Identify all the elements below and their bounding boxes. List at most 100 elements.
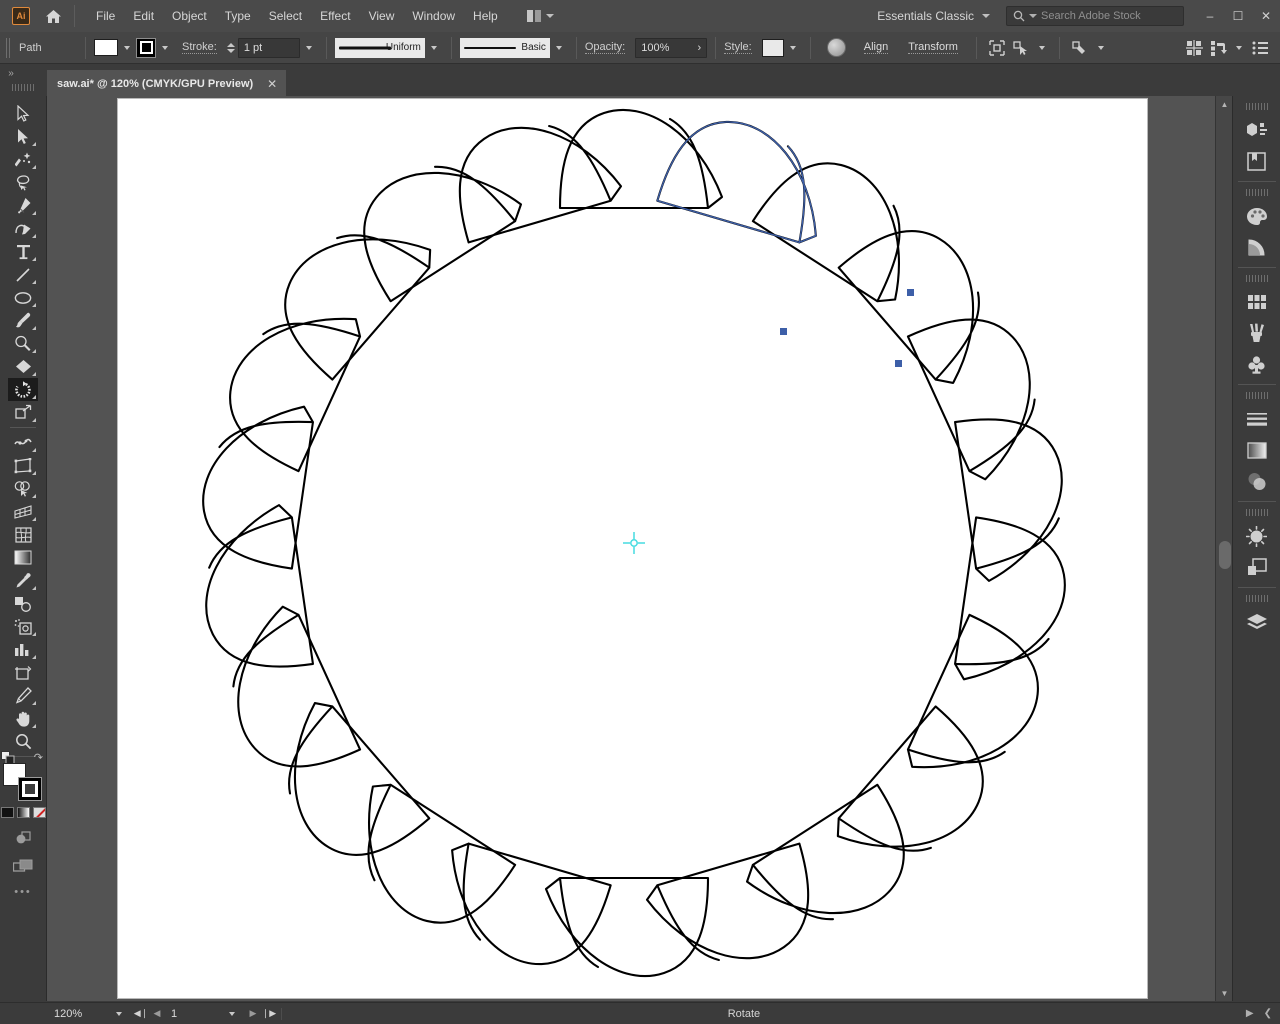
color-mode-icon[interactable] [0,807,14,818]
opacity-options-icon[interactable]: › [698,42,702,54]
layers-panel-button[interactable] [1240,607,1274,637]
arrange-documents-icon[interactable] [521,7,560,25]
canvas-area[interactable] [47,96,1215,1001]
screen-mode-icon[interactable] [8,855,38,878]
gradient-panel-button[interactable] [1240,435,1274,465]
perspective-grid-tool[interactable] [8,500,38,523]
appearance-panel-button[interactable] [1240,521,1274,551]
vertical-scrollbar[interactable]: ▲ ▼ [1215,96,1232,1001]
swap-fill-stroke-icon[interactable]: ↷ [34,751,43,764]
stroke-weight-dropdown[interactable] [300,38,318,58]
gradient-mode-icon[interactable] [16,807,30,818]
dock-grip[interactable] [1245,509,1268,516]
slice-tool[interactable] [8,684,38,707]
color-guide-panel-button[interactable] [1240,232,1274,262]
document-tab[interactable]: saw.ai* @ 120% (CMYK/GPU Preview) ✕ [47,70,287,96]
pen-tool[interactable] [8,194,38,217]
toolbar-grip[interactable] [12,84,34,91]
menu-object[interactable]: Object [163,5,216,27]
dock-grip[interactable] [1245,595,1268,602]
dock-grip[interactable] [1245,103,1268,110]
blend-tool[interactable] [8,592,38,615]
menu-file[interactable]: File [87,5,124,27]
search-input[interactable]: Search Adobe Stock [1006,6,1184,26]
panel-expander-icon[interactable]: » [4,64,18,96]
selection-tool[interactable] [8,102,38,125]
snap-to-glyph-icon[interactable] [1182,37,1206,59]
artboard-number-select[interactable]: 1 [165,1005,239,1023]
select-similar-dropdown[interactable] [1033,38,1051,58]
status-collapse-icon[interactable]: ❮ [1264,1008,1272,1019]
type-tool[interactable] [8,240,38,263]
pathfinder-panel-button[interactable] [1240,552,1274,582]
gradient-tool[interactable] [8,546,38,569]
style-label[interactable]: Style: [724,41,752,54]
brush-definition-dropdown[interactable] [550,38,568,58]
more-options-icon[interactable] [1248,37,1272,59]
dock-grip[interactable] [1245,189,1268,196]
status-expand-icon[interactable]: ▶ [1246,1008,1254,1019]
stroke-profile-dropdown[interactable] [425,38,443,58]
magic-wand-tool[interactable] [8,148,38,171]
width-tool[interactable] [8,431,38,454]
minimize-button[interactable]: – [1196,1,1224,31]
dock-grip[interactable] [1245,275,1268,282]
brush-definition-select[interactable]: Basic [459,37,550,58]
ellipse-tool[interactable] [8,286,38,309]
shaper-tool[interactable] [8,332,38,355]
stroke-dropdown-button[interactable] [156,38,174,58]
menu-window[interactable]: Window [403,5,464,27]
selected-path-highlight[interactable] [656,107,914,367]
paintbrush-tool[interactable] [8,309,38,332]
direct-selection-tool[interactable] [8,125,38,148]
recolor-artwork-icon[interactable] [826,38,846,57]
workspace-switcher[interactable]: Essentials Classic [867,5,1000,27]
saw-blade-artwork[interactable] [118,99,1149,1000]
line-segment-tool[interactable] [8,263,38,286]
current-tool-indicator[interactable]: Rotate [281,1007,1246,1020]
brushes-panel-button[interactable] [1240,318,1274,348]
transparency-panel-button[interactable] [1240,466,1274,496]
rotate-tool[interactable] [8,378,38,401]
color-panel-button[interactable] [1240,201,1274,231]
opacity-input-group[interactable]: 100% › [635,37,708,58]
mesh-tool[interactable] [8,523,38,546]
scroll-down-icon[interactable]: ▼ [1216,985,1233,1001]
stroke-swatch[interactable] [18,777,42,801]
hand-tool[interactable] [8,707,38,730]
stroke-weight-stepper[interactable] [226,42,235,53]
opacity-label[interactable]: Opacity: [584,41,626,54]
stroke-profile-select[interactable]: Uniform [334,37,425,58]
none-mode-icon[interactable] [32,807,46,818]
scale-tool[interactable] [8,401,38,424]
align-button[interactable]: Align [863,41,889,54]
swatches-panel-button[interactable] [1240,287,1274,317]
free-transform-tool[interactable] [8,454,38,477]
edit-toolbar-dots-icon[interactable]: ••• [0,886,46,898]
stroke-panel-button[interactable] [1240,404,1274,434]
eraser-tool[interactable] [8,355,38,378]
shape-builder-tool[interactable] [8,477,38,500]
isolate-selected-object-icon[interactable] [985,37,1009,59]
previous-artboard-button[interactable]: ◀ [149,1005,165,1023]
first-artboard-button[interactable]: ◀❘ [133,1005,149,1023]
graphic-style-swatch[interactable] [761,38,784,57]
eyedropper-tool[interactable] [8,569,38,592]
column-graph-tool[interactable] [8,638,38,661]
maximize-button[interactable]: ☐ [1224,1,1252,31]
transform-button[interactable]: Transform [908,41,958,54]
menu-help[interactable]: Help [464,5,507,27]
stroke-weight-label[interactable]: Stroke: [182,41,217,54]
artboard-tool[interactable] [8,661,38,684]
edit-toolbar-dropdown[interactable] [1092,38,1110,58]
zoom-level-select[interactable]: 120% [47,1004,127,1023]
anchor-points[interactable] [780,289,914,367]
lasso-tool[interactable] [8,171,38,194]
select-similar-objects-icon[interactable] [1009,37,1033,59]
fill-color-swatch[interactable] [94,39,118,56]
stroke-color-swatch[interactable] [136,37,156,58]
dock-grip[interactable] [1245,392,1268,399]
next-artboard-button[interactable]: ▶ [245,1005,261,1023]
close-button[interactable]: ✕ [1252,1,1280,31]
drawing-mode-icon[interactable] [8,826,38,849]
